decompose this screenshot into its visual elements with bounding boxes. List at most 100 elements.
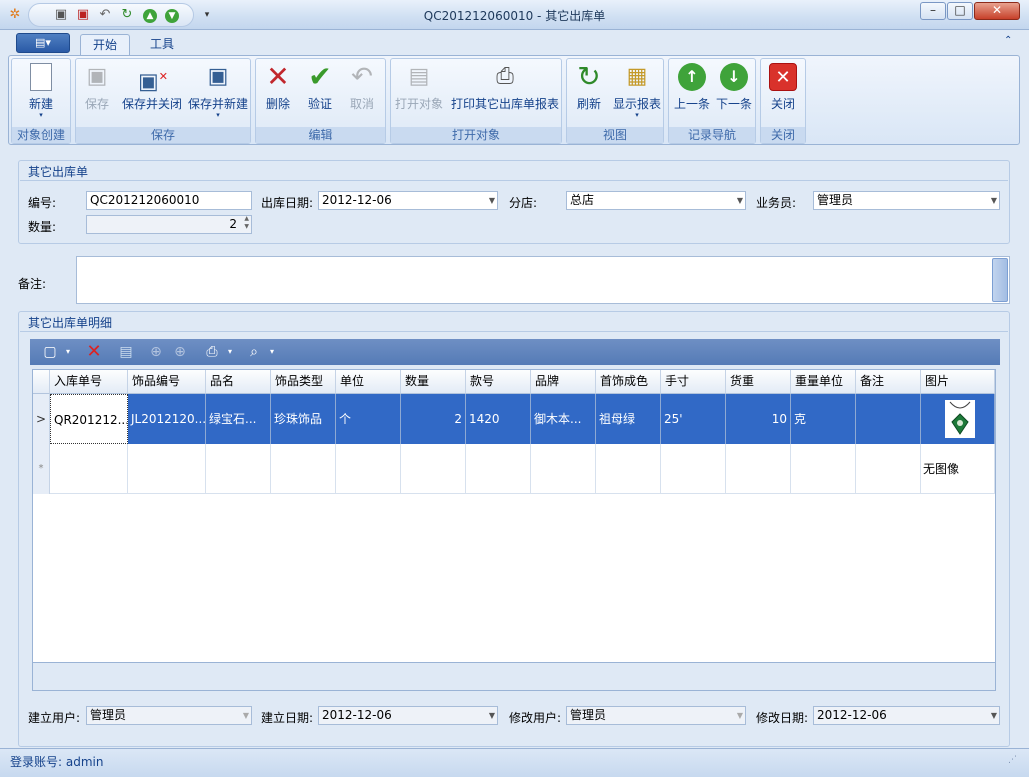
column-header[interactable]: 款号 <box>466 370 531 394</box>
delete-row-icon[interactable]: ✕ <box>84 343 104 361</box>
cell-ring-size[interactable]: 25' <box>661 394 726 444</box>
column-header[interactable]: 数量 <box>401 370 466 394</box>
close-window-button[interactable]: ✕ <box>974 2 1020 20</box>
empty-cell[interactable] <box>466 444 531 494</box>
dropdown-arrow-icon[interactable]: ▼ <box>737 192 743 209</box>
cell-style-no[interactable]: 1420 <box>466 394 531 444</box>
dropdown-arrow-icon[interactable]: ▾ <box>220 343 240 361</box>
cell-weight-unit[interactable]: 克 <box>791 394 856 444</box>
modified-date-field[interactable]: 2012-12-06 ▼ <box>813 706 1000 725</box>
empty-cell[interactable] <box>661 444 726 494</box>
new-table-row[interactable]: 无图像 <box>50 444 995 494</box>
empty-cell[interactable] <box>531 444 596 494</box>
move-down-icon[interactable]: ⊕ <box>170 343 190 361</box>
row-indicator[interactable]: > <box>33 394 50 444</box>
empty-cell[interactable] <box>401 444 466 494</box>
resize-grip-icon[interactable]: ⋰ <box>1008 755 1017 765</box>
dropdown-arrow-icon[interactable]: ▼ <box>489 707 495 724</box>
cell-image[interactable] <box>921 394 995 444</box>
empty-cell[interactable] <box>271 444 336 494</box>
created-date-field[interactable]: 2012-12-06 ▼ <box>318 706 498 725</box>
next-record-button[interactable]: ↓ 下一条 <box>713 63 755 125</box>
move-up-icon[interactable]: ⊕ <box>146 343 166 361</box>
column-header[interactable]: 首饰成色 <box>596 370 661 394</box>
modified-by-field[interactable]: 管理员 ▼ <box>566 706 746 725</box>
cancel-button[interactable]: ↶ 取消 <box>342 63 382 125</box>
dropdown-arrow-icon[interactable]: ▾ <box>58 343 78 361</box>
dropdown-arrow-icon[interactable]: ▼ <box>737 707 743 724</box>
new-row-icon[interactable]: ▢ <box>40 343 60 361</box>
minimize-button[interactable]: – <box>920 2 946 20</box>
qty-field[interactable]: 2 ▲ ▼ <box>86 215 252 234</box>
outbound-date-field[interactable]: 2012-12-06 ▼ <box>318 191 498 210</box>
app-menu-button[interactable]: ▤▾ <box>16 33 70 53</box>
empty-cell[interactable] <box>791 444 856 494</box>
cell-brand[interactable]: 御木本... <box>531 394 596 444</box>
clerk-select[interactable]: 管理员 ▼ <box>813 191 1000 210</box>
empty-cell[interactable] <box>128 444 206 494</box>
note-scrollbar[interactable] <box>992 258 1008 302</box>
new-row-indicator[interactable]: * <box>33 444 50 494</box>
column-header[interactable]: 手寸 <box>661 370 726 394</box>
dropdown-arrow-icon[interactable]: ▼ <box>991 192 997 209</box>
column-header[interactable]: 入库单号 <box>50 370 128 394</box>
column-header[interactable]: 重量单位 <box>791 370 856 394</box>
cell-weight[interactable]: 10 <box>726 394 791 444</box>
empty-cell[interactable] <box>206 444 271 494</box>
cell-item-code[interactable]: JL2012120... <box>128 394 206 444</box>
column-header[interactable]: 品牌 <box>531 370 596 394</box>
column-header[interactable]: 货重 <box>726 370 791 394</box>
column-header[interactable]: 单位 <box>336 370 401 394</box>
table-row[interactable]: QR201212... JL2012120... 绿宝石... 珍珠饰品 个 2… <box>50 394 995 444</box>
close-button[interactable]: ✕ 关闭 <box>763 63 803 125</box>
cell-remark[interactable] <box>856 394 921 444</box>
spin-arrows-icon[interactable]: ▲ ▼ <box>244 216 249 231</box>
save-new-button[interactable]: ▣ 保存并新建 ▾ <box>186 63 250 125</box>
cell-fineness[interactable]: 祖母绿 <box>596 394 661 444</box>
print-grid-icon[interactable]: ⎙ <box>202 343 222 361</box>
column-header[interactable]: 饰品类型 <box>271 370 336 394</box>
column-header[interactable]: 品名 <box>206 370 271 394</box>
created-by-label: 建立用户: <box>28 711 81 725</box>
no-image-cell[interactable]: 无图像 <box>921 444 995 494</box>
cell-unit[interactable]: 个 <box>336 394 401 444</box>
column-header[interactable]: 备注 <box>856 370 921 394</box>
save-button[interactable]: ▣ 保存 <box>78 63 116 125</box>
delete-button[interactable]: ✕ 删除 <box>258 63 298 125</box>
group-edit: ✕ 删除 ✔ 验证 ↶ 取消 编辑 <box>255 58 386 144</box>
created-by-field[interactable]: 管理员 ▼ <box>86 706 252 725</box>
open-object-button[interactable]: ▤ 打开对象 <box>393 63 445 125</box>
empty-cell[interactable] <box>596 444 661 494</box>
save-close-button[interactable]: ▣✕ 保存并关闭 <box>120 63 184 125</box>
refresh-button[interactable]: ↻ 刷新 <box>569 63 609 125</box>
cell-item-name[interactable]: 绿宝石... <box>206 394 271 444</box>
empty-cell[interactable] <box>336 444 401 494</box>
dropdown-arrow-icon[interactable]: ▼ <box>243 707 249 724</box>
validate-button[interactable]: ✔ 验证 <box>300 63 340 125</box>
column-header[interactable]: 饰品编号 <box>128 370 206 394</box>
code-field[interactable]: QC201212060010 <box>86 191 252 210</box>
empty-cell[interactable] <box>726 444 791 494</box>
created-date-label: 建立日期: <box>261 711 314 725</box>
cell-inbound-no[interactable]: QR201212... <box>50 394 128 444</box>
show-report-button[interactable]: ▦ 显示报表 ▾ <box>611 63 663 125</box>
note-textarea[interactable] <box>76 256 1010 304</box>
tab-tools[interactable]: 工具 <box>138 34 186 56</box>
new-button[interactable]: 新建 ▾ <box>14 63 68 125</box>
collapse-ribbon-icon[interactable]: ⌃ <box>1004 35 1012 46</box>
print-report-button[interactable]: ⎙ 打印其它出库单报表 <box>449 63 561 125</box>
dropdown-arrow-icon[interactable]: ▼ <box>489 192 495 209</box>
cell-quantity[interactable]: 2 <box>401 394 466 444</box>
grid-export-icon[interactable]: ▤ <box>116 343 136 361</box>
empty-cell[interactable] <box>856 444 921 494</box>
dropdown-arrow-icon[interactable]: ▼ <box>991 707 997 724</box>
dropdown-arrow-icon[interactable]: ▾ <box>262 343 282 361</box>
column-header[interactable]: 图片 <box>921 370 995 394</box>
empty-cell[interactable] <box>50 444 128 494</box>
search-icon[interactable]: ⌕ <box>244 343 264 361</box>
store-select[interactable]: 总店 ▼ <box>566 191 746 210</box>
maximize-button[interactable]: □ <box>947 2 973 20</box>
cell-item-type[interactable]: 珍珠饰品 <box>271 394 336 444</box>
tab-start[interactable]: 开始 <box>80 34 131 56</box>
prev-record-button[interactable]: ↑ 上一条 <box>671 63 713 125</box>
